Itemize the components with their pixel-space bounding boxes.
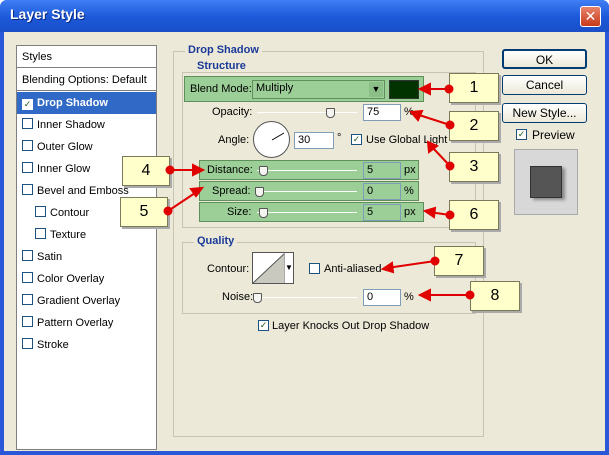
dialog-body: Styles Blending Options: Default ✓ Drop S… — [4, 32, 605, 451]
window-title: Layer Style — [10, 6, 85, 22]
layer-style-window: Layer Style ✕ Styles Blending Options: D… — [0, 0, 609, 455]
close-icon: ✕ — [584, 8, 597, 24]
close-button[interactable]: ✕ — [580, 6, 601, 27]
callout-arrows — [163, 82, 475, 302]
title-bar[interactable]: Layer Style ✕ — [0, 0, 609, 32]
